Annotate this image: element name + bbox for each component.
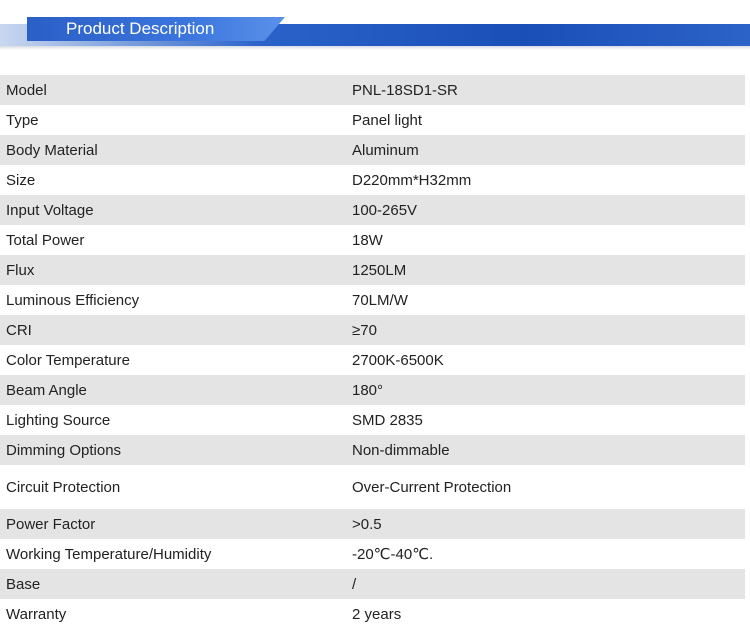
spec-value: / <box>352 575 357 593</box>
spec-label: CRI <box>6 321 32 339</box>
spec-label: Warranty <box>6 605 67 623</box>
table-row: Flux 1250LM <box>0 255 745 285</box>
spec-value: 2 years <box>352 605 402 623</box>
spec-value: D220mm*H32mm <box>352 171 472 189</box>
table-row: Circuit Protection Over-Current Protecti… <box>0 465 745 509</box>
spec-value: Aluminum <box>352 141 419 159</box>
table-row: Input Voltage 100-265V <box>0 195 745 225</box>
spec-label: Working Temperature/Humidity <box>6 545 212 563</box>
spec-value: 2700K-6500K <box>352 351 444 369</box>
header-divider <box>0 46 750 50</box>
spec-value: Panel light <box>352 111 423 129</box>
table-row: Lighting Source SMD 2835 <box>0 405 745 435</box>
spec-label: Flux <box>6 261 35 279</box>
spec-value: SMD 2835 <box>352 411 423 429</box>
table-row: Dimming Options Non-dimmable <box>0 435 745 465</box>
spec-label: Input Voltage <box>6 201 94 219</box>
spec-table: Model PNL-18SD1-SR Type Panel light Body… <box>0 75 745 629</box>
spec-value: ≥70 <box>352 321 377 339</box>
spec-label: Power Factor <box>6 515 96 533</box>
table-row: Body Material Aluminum <box>0 135 745 165</box>
spec-label: Total Power <box>6 231 85 249</box>
table-row: Warranty 2 years <box>0 599 745 629</box>
spec-value: 70LM/W <box>352 291 408 309</box>
spec-label: Color Temperature <box>6 351 130 369</box>
spec-label: Body Material <box>6 141 98 159</box>
spec-value: 1250LM <box>352 261 407 279</box>
spec-value: Over-Current Protection <box>352 478 512 496</box>
spec-value: Non-dimmable <box>352 441 450 459</box>
spec-label: Circuit Protection <box>6 478 121 496</box>
table-row: Base / <box>0 569 745 599</box>
table-row: Beam Angle 180° <box>0 375 745 405</box>
spec-label: Base <box>6 575 41 593</box>
spec-value: -20℃-40℃. <box>352 546 434 563</box>
table-row: Working Temperature/Humidity -20℃-40℃. <box>0 539 745 569</box>
spec-label: Size <box>6 171 36 189</box>
table-row: Total Power 18W <box>0 225 745 255</box>
table-row: Luminous Efficiency 70LM/W <box>0 285 745 315</box>
table-row: CRI ≥70 <box>0 315 745 345</box>
spec-value: >0.5 <box>352 515 382 533</box>
spec-value: 180° <box>352 381 384 399</box>
spec-label: Model <box>6 81 47 99</box>
spec-label: Type <box>6 111 39 129</box>
spec-label: Lighting Source <box>6 411 111 429</box>
table-row: Power Factor >0.5 <box>0 509 745 539</box>
table-row: Type Panel light <box>0 105 745 135</box>
table-row: Model PNL-18SD1-SR <box>0 75 745 105</box>
spec-label: Beam Angle <box>6 381 87 399</box>
section-title: Product Description <box>66 19 215 38</box>
spec-label: Dimming Options <box>6 441 122 459</box>
table-row: Color Temperature 2700K-6500K <box>0 345 745 375</box>
spec-label: Luminous Efficiency <box>6 291 140 309</box>
table-row: Size D220mm*H32mm <box>0 165 745 195</box>
section-header: Product Description <box>0 0 750 75</box>
spec-value: 18W <box>352 231 383 249</box>
spec-value: 100-265V <box>352 201 418 219</box>
spec-value: PNL-18SD1-SR <box>352 81 458 99</box>
